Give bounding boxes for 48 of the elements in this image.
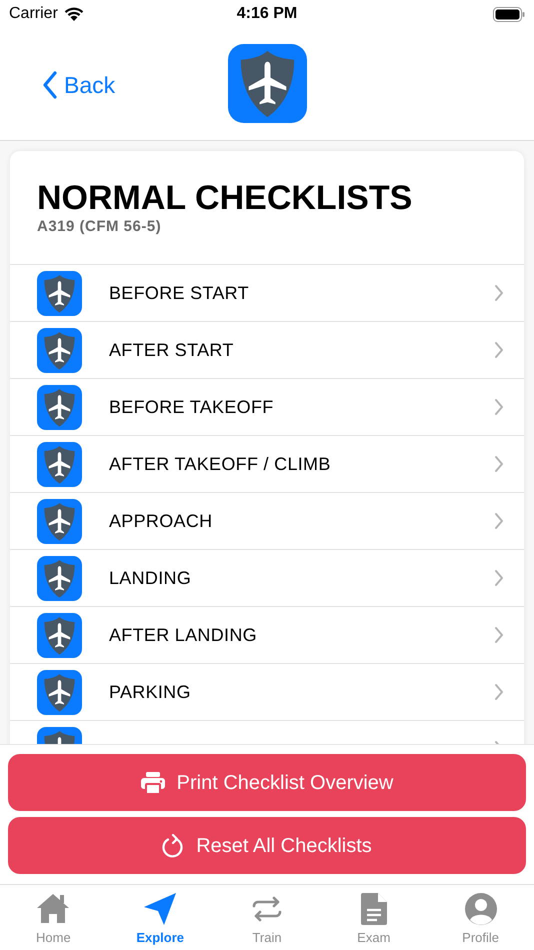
chevron-right-icon [494,284,504,302]
printer-icon [140,772,165,794]
shield-plane-icon [37,670,82,714]
checklist-label: BEFORE TAKEOFF [109,396,275,418]
checklist-row[interactable]: AFTER TAKEOFF / CLIMB [10,435,524,492]
shield-plane-icon [37,442,82,486]
checklist-row[interactable]: AFTER LANDING [10,606,524,663]
chevron-left-icon [42,71,58,100]
checklist-label: PARKING [109,680,192,704]
chevron-right-icon [494,626,504,644]
wifi-icon [64,7,84,21]
reset-button[interactable]: Reset All Checklists [8,817,526,874]
chevron-right-icon [494,455,504,473]
checklist-label: BEFORE START [109,282,250,304]
checklist-row[interactable]: APPROACH [10,492,524,549]
app-logo-icon [228,44,307,123]
shield-plane-icon [37,612,82,658]
shield-plane-icon [37,498,82,544]
tab-bar-item[interactable]: Explore [106,885,214,949]
person-icon [462,891,499,927]
checklist-row[interactable]: BEFORE TAKEOFF [10,378,524,435]
shield-plane-icon [37,328,82,372]
clock-time: 4:16 PM [236,4,298,24]
checklist-row[interactable]: AFTER START [10,321,524,378]
checklist-label: AFTER LANDING [109,624,258,646]
page-title: NORMAL CHECKLISTS [37,178,414,218]
checklist-label: APPROACH [109,510,214,532]
chevron-right-icon [494,683,504,701]
back-button[interactable]: Back [42,68,116,102]
battery-icon [493,6,525,22]
page-subtitle: A319 (CFM 56-5) [37,218,162,236]
refresh-icon [162,834,184,858]
chevron-right-icon [494,341,504,359]
checklist-label: LANDING [109,566,192,590]
paper-plane-icon [142,891,178,927]
chevron-right-icon [494,512,504,530]
chevron-right-icon [494,398,504,416]
carrier-label: Carrier [9,4,58,24]
checklist-label: AFTER TAKEOFF / CLIMB [109,452,332,476]
checklist-row[interactable]: LANDING [10,549,524,606]
checklist-row[interactable]: PARKING [10,663,524,720]
chevron-right-icon [494,569,504,587]
checklist-label: AFTER START [109,338,235,362]
checklist-row[interactable]: BEFORE START [10,264,524,321]
print-button[interactable]: Print Checklist Overview [8,754,526,811]
shield-plane-icon [37,384,82,430]
shield-plane-icon [37,270,82,316]
shield-plane-icon [37,556,82,600]
